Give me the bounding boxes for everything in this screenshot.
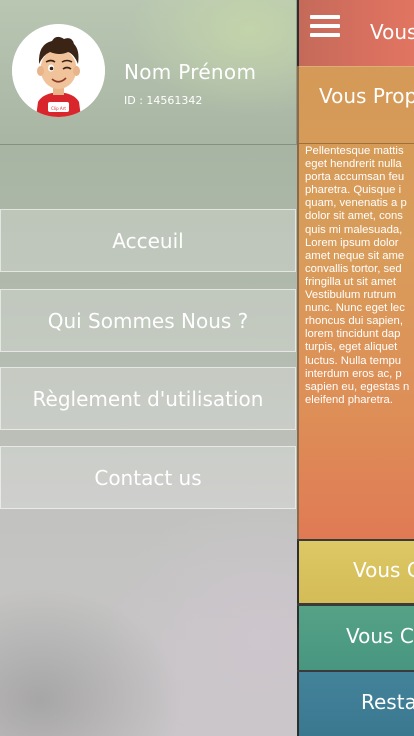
text-line: porta accumsan feu bbox=[305, 171, 405, 184]
tile-title: Resta bbox=[361, 690, 414, 714]
text-line: quam, venenatis a p bbox=[305, 197, 407, 210]
text-line: lorem tincidunt dap bbox=[305, 328, 401, 341]
tile-title: Vous C bbox=[353, 558, 414, 582]
app-bar: Vous bbox=[297, 0, 414, 66]
text-line: nunc. Nunc eget lec bbox=[305, 302, 405, 315]
menu-item-reglement[interactable]: Règlement d'utilisation bbox=[0, 367, 296, 430]
text-line: quis mi malesuada, bbox=[305, 223, 403, 236]
drawer-header: Clip Art Nom Prénom ID: 14561342 bbox=[0, 0, 297, 145]
text-line: eleifend pharetra. bbox=[305, 393, 393, 406]
menu-item-qui-sommes-nous[interactable]: Qui Sommes Nous ? bbox=[0, 289, 296, 352]
text-line: convallis tortor, sed bbox=[305, 262, 402, 275]
tile-vous-c-green[interactable]: Vous C bbox=[297, 606, 414, 670]
text-line: Pellentesque mattis bbox=[305, 145, 404, 157]
offer-card-title: Vous Prop bbox=[319, 84, 414, 108]
text-line: pharetra. Quisque i bbox=[305, 184, 402, 197]
navigation-drawer: Clip Art Nom Prénom ID: 14561342 Acceui… bbox=[0, 0, 297, 736]
text-line: luctus. Nulla tempu bbox=[305, 354, 402, 367]
text-line: interdum eros ac, p bbox=[305, 367, 402, 380]
text-line: Vestibulum rutrum bbox=[305, 289, 397, 302]
offer-card-header: Vous Prop bbox=[299, 66, 414, 144]
app-bar-title: Vous bbox=[370, 20, 414, 44]
text-line: sapien eu, egestas n bbox=[305, 380, 410, 393]
avatar[interactable]: Clip Art bbox=[12, 24, 105, 117]
text-line: Lorem ipsum dolor bbox=[305, 236, 399, 249]
menu-item-label: Qui Sommes Nous ? bbox=[47, 308, 249, 333]
offer-card[interactable]: Vous Prop Pellentesque mattis eget hendr… bbox=[297, 66, 414, 539]
text-line: turpis, eget aliquet bbox=[305, 341, 398, 354]
text-line: rhoncus dui sapien, bbox=[305, 315, 403, 328]
avatar-image: Clip Art bbox=[12, 24, 105, 117]
text-line: amet neque sit ame bbox=[305, 249, 405, 262]
menu-item-label: Acceuil bbox=[112, 228, 184, 253]
offer-card-text: Pellentesque mattis eget hendrerit nulla… bbox=[305, 145, 414, 407]
menu-item-contact-us[interactable]: Contact us bbox=[0, 446, 296, 509]
avatar-caption: Clip Art bbox=[51, 106, 66, 111]
menu-item-label: Règlement d'utilisation bbox=[32, 386, 264, 411]
text-line: dolor sit amet, cons bbox=[305, 210, 403, 223]
tile-vous-c-yellow[interactable]: Vous C bbox=[297, 541, 414, 603]
menu-item-acceuil[interactable]: Acceuil bbox=[0, 209, 296, 272]
user-id: ID : 14561342 bbox=[124, 94, 203, 107]
text-line: eget hendrerit nulla bbox=[305, 158, 402, 171]
hamburger-menu-icon[interactable] bbox=[310, 15, 340, 37]
user-name: Nom Prénom bbox=[124, 60, 257, 84]
text-line: fringilla ut sit amet bbox=[305, 275, 397, 288]
main-content: Vous Vous Prop Pellentesque mattis eget … bbox=[297, 0, 414, 736]
tile-resta-blue[interactable]: Resta bbox=[297, 672, 414, 736]
menu-item-label: Contact us bbox=[94, 465, 202, 490]
tile-title: Vous C bbox=[346, 624, 414, 648]
